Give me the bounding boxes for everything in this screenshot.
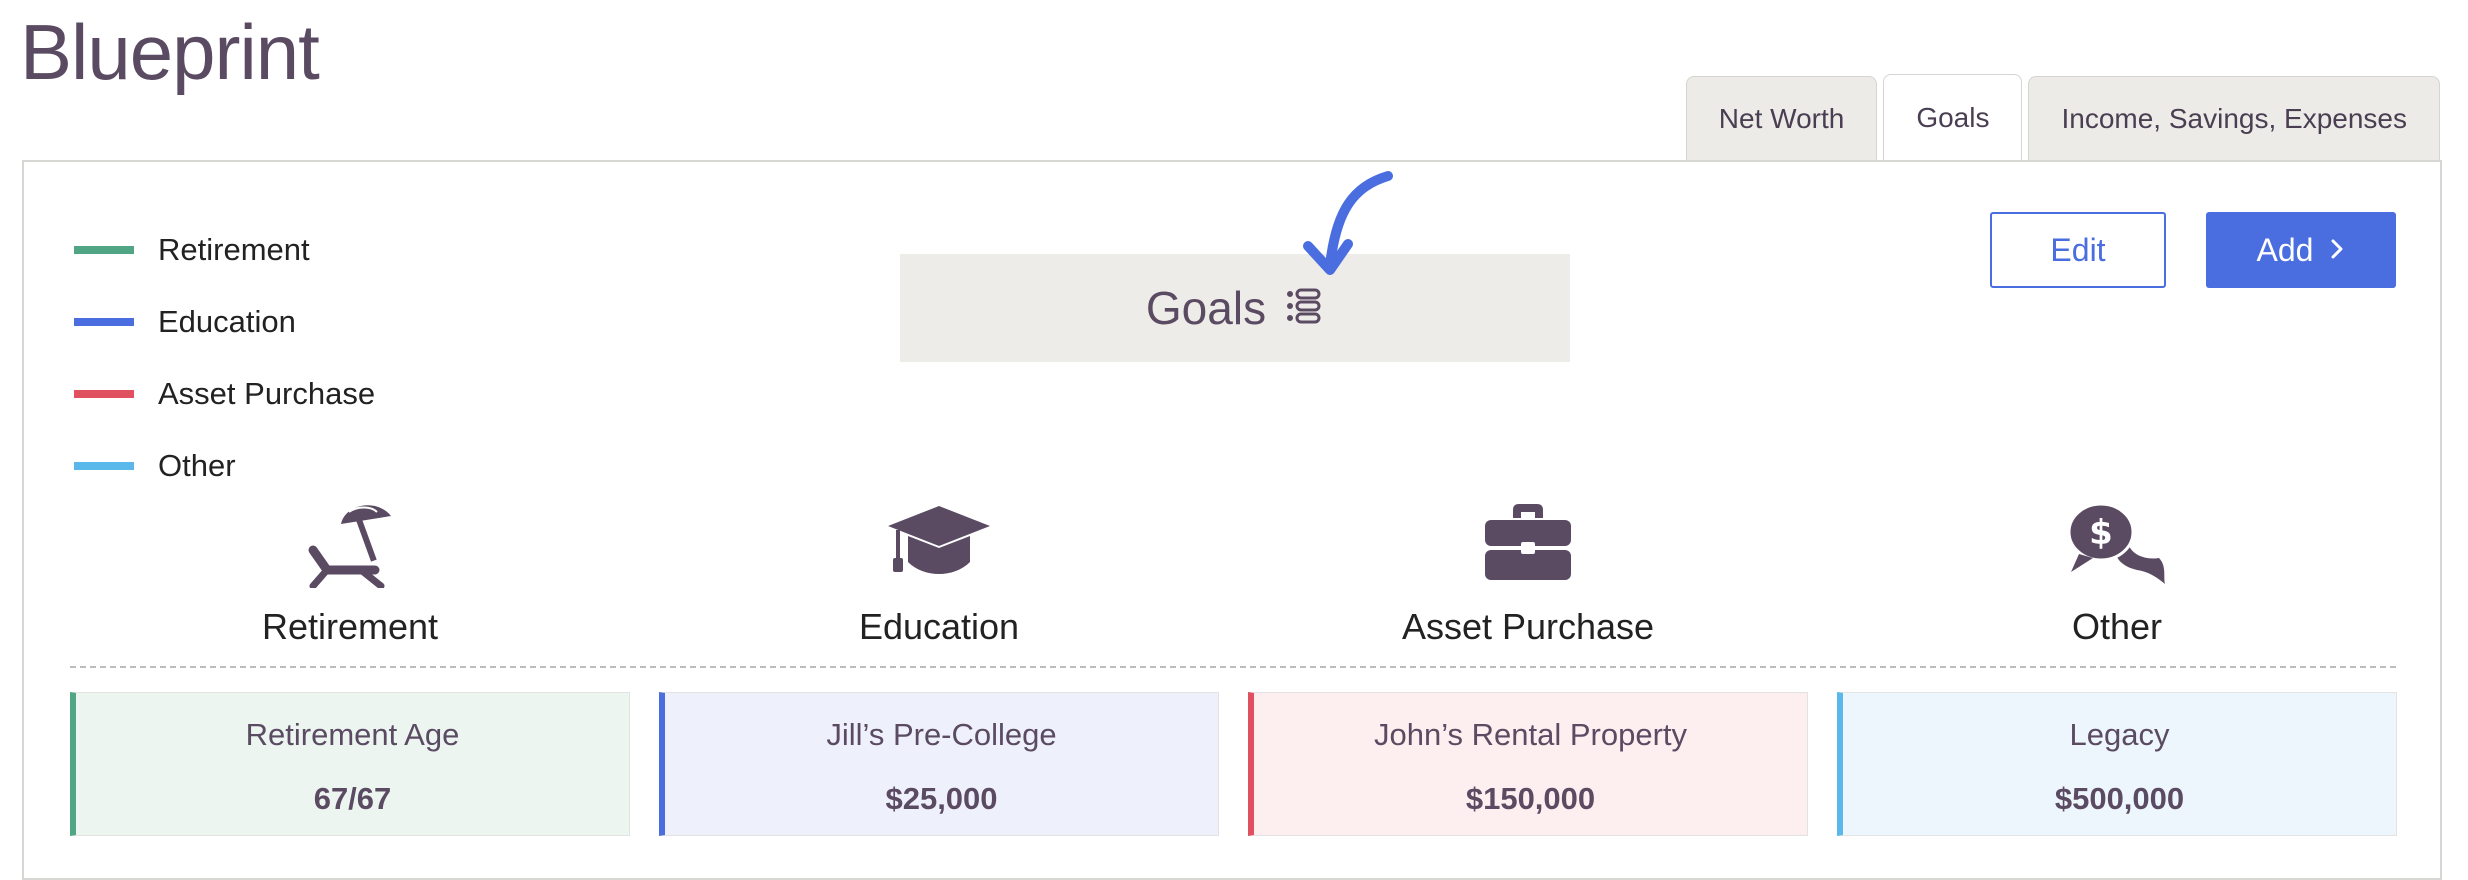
legend: Retirement Education Asset Purchase Othe…	[74, 214, 375, 502]
goals-header-label: Goals	[1145, 282, 1267, 334]
goals-header: Goals	[900, 254, 1570, 362]
legend-label: Education	[158, 304, 296, 339]
goal-card-asset-purchase[interactable]: John’s Rental Property $150,000	[1248, 692, 1808, 836]
legend-label: Retirement	[158, 232, 310, 267]
svg-text:$: $	[2089, 513, 2113, 553]
card-value: $25,000	[885, 781, 998, 816]
list-icon[interactable]	[1284, 286, 1324, 331]
card-value: $500,000	[2054, 781, 2185, 816]
category-label: Retirement	[261, 606, 439, 647]
card-title: Retirement Age	[245, 717, 460, 752]
legend-item-asset-purchase: Asset Purchase	[74, 358, 375, 430]
legend-swatch	[74, 390, 134, 398]
category-label: Asset Purchase	[1401, 606, 1655, 647]
dollar-chat-icon: $	[1837, 502, 2397, 592]
goal-card-education[interactable]: Jill’s Pre-College $25,000	[659, 692, 1219, 836]
category-label: Other	[2071, 606, 2163, 647]
card-title: John’s Rental Property	[1373, 717, 1688, 752]
edit-button[interactable]: Edit	[1990, 212, 2166, 288]
legend-swatch	[74, 246, 134, 254]
card-title: Legacy	[2069, 717, 2170, 752]
tab-goals[interactable]: Goals	[1883, 74, 2023, 160]
category-label: Education	[858, 606, 1020, 647]
goal-card-retirement[interactable]: Retirement Age 67/67	[70, 692, 630, 836]
tab-income-savings-expenses[interactable]: Income, Savings, Expenses	[2028, 76, 2440, 160]
tab-net-worth[interactable]: Net Worth	[1685, 76, 1878, 160]
divider	[70, 666, 2396, 668]
briefcase-icon	[1248, 502, 1808, 592]
legend-swatch	[74, 318, 134, 326]
chevron-right-icon	[2329, 232, 2345, 269]
goals-panel: Retirement Education Asset Purchase Othe…	[22, 160, 2442, 880]
card-title: Jill’s Pre-College	[826, 717, 1057, 752]
legend-label: Asset Purchase	[158, 376, 376, 411]
tab-bar: Net Worth Goals Income, Savings, Expense…	[1685, 74, 2440, 160]
add-button[interactable]: Add	[2206, 212, 2396, 288]
legend-item-other: Other	[74, 430, 375, 502]
legend-label: Other	[158, 448, 236, 483]
goal-card-other[interactable]: Legacy $500,000	[1837, 692, 2397, 836]
legend-swatch	[74, 462, 134, 470]
add-button-label: Add	[2256, 231, 2314, 268]
graduation-cap-icon	[659, 502, 1219, 592]
page-title: Blueprint	[20, 8, 320, 96]
legend-item-retirement: Retirement	[74, 214, 375, 286]
beach-chair-icon	[70, 502, 630, 592]
card-value: $150,000	[1465, 781, 1596, 816]
card-value: 67/67	[313, 781, 392, 816]
arrow-annotation-icon	[1303, 171, 1393, 275]
legend-item-education: Education	[74, 286, 375, 358]
